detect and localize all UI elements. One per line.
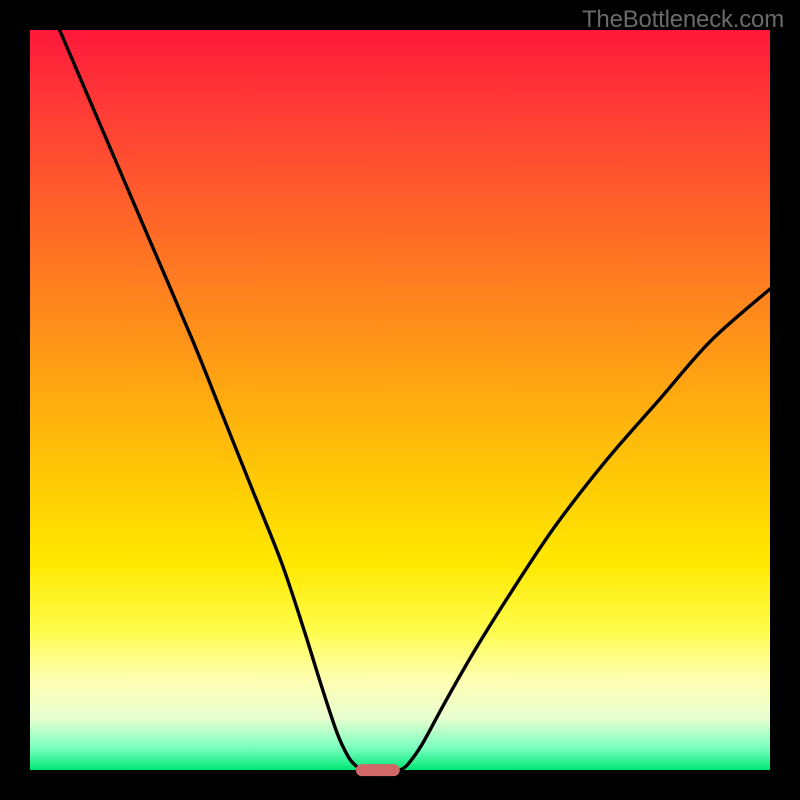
bottom-marker xyxy=(356,764,400,776)
chart-frame: TheBottleneck.com xyxy=(0,0,800,800)
plot-area xyxy=(30,30,770,770)
attribution-text: TheBottleneck.com xyxy=(582,6,784,34)
right-curve xyxy=(400,289,770,770)
curve-layer xyxy=(30,30,770,770)
left-curve xyxy=(60,30,362,770)
